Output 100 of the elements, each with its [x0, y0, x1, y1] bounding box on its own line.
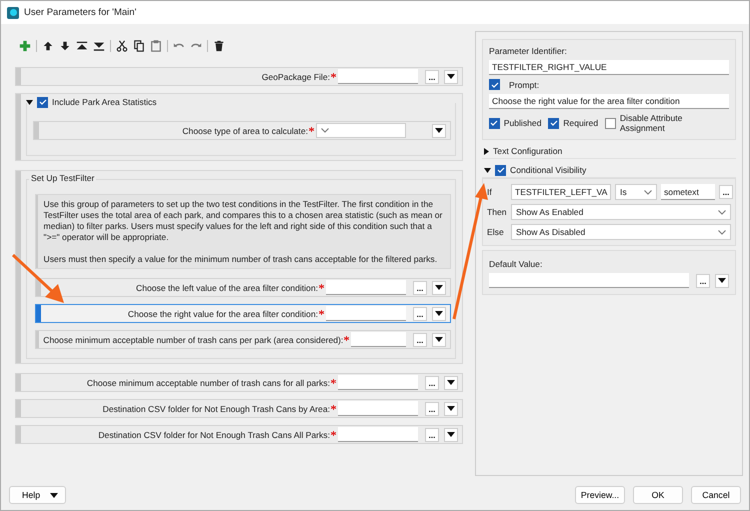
checkbox[interactable] — [605, 118, 616, 128]
caret-icon — [435, 337, 443, 342]
parameter-label: Destination CSV folder for Not Enough Trash Cans All Parks: — [25, 430, 338, 440]
section-title: Text Configuration — [493, 146, 562, 156]
drag-handle[interactable] — [36, 279, 41, 296]
dialog-button[interactable]: Cancel — [691, 486, 741, 504]
choice-field[interactable]: TESTFILTER_LEFT_VA — [511, 184, 611, 200]
caret-icon — [718, 278, 726, 283]
drag-handle[interactable] — [16, 400, 21, 417]
dialog-button[interactable]: OK — [633, 486, 683, 504]
paste-icon[interactable] — [150, 40, 162, 52]
prompt-field[interactable]: Choose the right value for the area filter condition — [489, 94, 729, 109]
parameter-row[interactable]: GeoPackage File: ... — [15, 67, 463, 86]
add-icon[interactable] — [19, 40, 31, 52]
caret-icon — [435, 311, 443, 316]
condition-label: Then — [487, 207, 507, 217]
input-field[interactable] — [338, 375, 418, 390]
move-down-icon[interactable] — [59, 40, 71, 52]
menu-button[interactable] — [432, 280, 446, 294]
parameter-row[interactable]: Choose minimum acceptable number of trash cans per park (area considered): ... — [35, 330, 451, 349]
browse-button[interactable]: ... — [425, 70, 439, 84]
parameter-label: Destination CSV folder for Not Enough Trash Cans by Area: — [25, 404, 338, 414]
menu-button[interactable] — [432, 124, 446, 138]
input-field[interactable] — [326, 306, 406, 321]
checkbox[interactable] — [37, 96, 48, 108]
drag-handle[interactable] — [36, 305, 41, 322]
checkbox-label: Published — [504, 118, 542, 128]
identifier-field[interactable]: TESTFILTER_RIGHT_VALUE — [489, 60, 729, 75]
browse-button[interactable]: ... — [696, 274, 710, 288]
menu-button[interactable] — [444, 428, 458, 442]
drag-handle[interactable] — [16, 68, 21, 85]
delete-icon[interactable] — [213, 40, 225, 52]
chevron-icon — [718, 210, 726, 214]
value-field[interactable]: sometext — [661, 184, 715, 200]
browse-button[interactable]: ... — [425, 402, 439, 416]
move-top-icon[interactable] — [76, 40, 88, 52]
input-field[interactable] — [338, 401, 418, 416]
checkbox[interactable] — [495, 164, 506, 176]
expand-icon[interactable] — [26, 100, 33, 104]
parameter-row[interactable]: Destination CSV folder for Not Enough Trash Cans by Area: ... — [15, 399, 463, 418]
menu-button[interactable] — [432, 332, 446, 346]
browse-button[interactable]: ... — [719, 185, 733, 199]
checkbox[interactable] — [489, 118, 500, 128]
browse-button[interactable]: ... — [413, 280, 427, 294]
help-button[interactable]: Help — [9, 486, 66, 504]
browse-button[interactable]: ... — [413, 332, 427, 346]
caret-icon — [435, 285, 443, 290]
input-field[interactable] — [351, 332, 406, 347]
parameter-label: Choose minimum acceptable number of trash cans per park (area considered): — [43, 334, 352, 344]
parameter-row[interactable]: Choose the right value for the area filter condition: ... — [35, 304, 451, 323]
choice-field[interactable] — [316, 123, 406, 138]
input-field[interactable] — [338, 69, 418, 84]
condition-label: If — [487, 187, 493, 197]
cut-icon[interactable] — [116, 40, 128, 52]
checkbox[interactable] — [489, 79, 500, 90]
choice-field[interactable]: Show As Disabled — [511, 224, 731, 240]
parameter-label: GeoPackage File: — [25, 72, 338, 82]
choice-field[interactable]: Is — [615, 184, 657, 200]
drag-handle[interactable] — [16, 374, 21, 391]
copy-icon[interactable] — [133, 40, 145, 52]
checkbox-label: Required — [563, 118, 598, 128]
expand-icon[interactable] — [484, 168, 491, 172]
menu-button[interactable] — [444, 70, 458, 84]
parameter-row[interactable]: Choose minimum acceptable number of trash cans for all parks: ... — [15, 373, 463, 392]
browse-button[interactable]: ... — [425, 376, 439, 390]
menu-button[interactable] — [444, 376, 458, 390]
window-title: User Parameters for 'Main' — [24, 7, 136, 18]
description-text: Users must then specify a value for the minimum number of trash cans acceptable for the filtered parks. — [44, 254, 438, 265]
caret-icon — [50, 492, 58, 498]
parameter-row[interactable]: Choose the left value of the area filter condition: ... — [35, 278, 451, 297]
parameter-row[interactable]: Choose type of area to calculate: — [33, 121, 451, 140]
caret-icon — [435, 128, 443, 133]
checkbox[interactable] — [548, 118, 560, 128]
drag-handle[interactable] — [36, 331, 40, 348]
browse-button[interactable]: ... — [425, 428, 439, 442]
menu-button[interactable] — [715, 274, 729, 288]
expand-icon[interactable] — [484, 148, 489, 154]
drag-handle[interactable] — [16, 171, 21, 363]
drag-handle[interactable] — [16, 94, 21, 160]
choice-field[interactable]: Show As Enabled — [511, 204, 731, 220]
input-field[interactable] — [338, 427, 418, 442]
field-label: Parameter Identifier: — [489, 46, 568, 56]
caret-icon — [447, 74, 455, 79]
drag-handle[interactable] — [34, 122, 39, 139]
menu-button[interactable] — [432, 306, 446, 320]
drag-handle[interactable] — [16, 426, 21, 443]
parameter-row[interactable]: Destination CSV folder for Not Enough Trash Cans All Parks: ... — [15, 425, 463, 444]
input-field[interactable] — [326, 280, 406, 295]
parameter-label: Choose minimum acceptable number of trash cans for all parks: — [25, 378, 338, 388]
chevron-icon — [644, 190, 652, 194]
move-bottom-icon[interactable] — [93, 40, 105, 52]
move-up-icon[interactable] — [42, 40, 54, 52]
default-value-field[interactable] — [489, 273, 689, 288]
app-icon — [7, 6, 19, 18]
caret-icon — [447, 432, 455, 437]
dialog-button[interactable]: Preview... — [575, 486, 625, 504]
menu-button[interactable] — [444, 402, 458, 416]
parameter-label: Choose type of area to calculate: — [43, 126, 316, 136]
field-label: Default Value: — [489, 259, 544, 269]
browse-button[interactable]: ... — [413, 306, 427, 320]
